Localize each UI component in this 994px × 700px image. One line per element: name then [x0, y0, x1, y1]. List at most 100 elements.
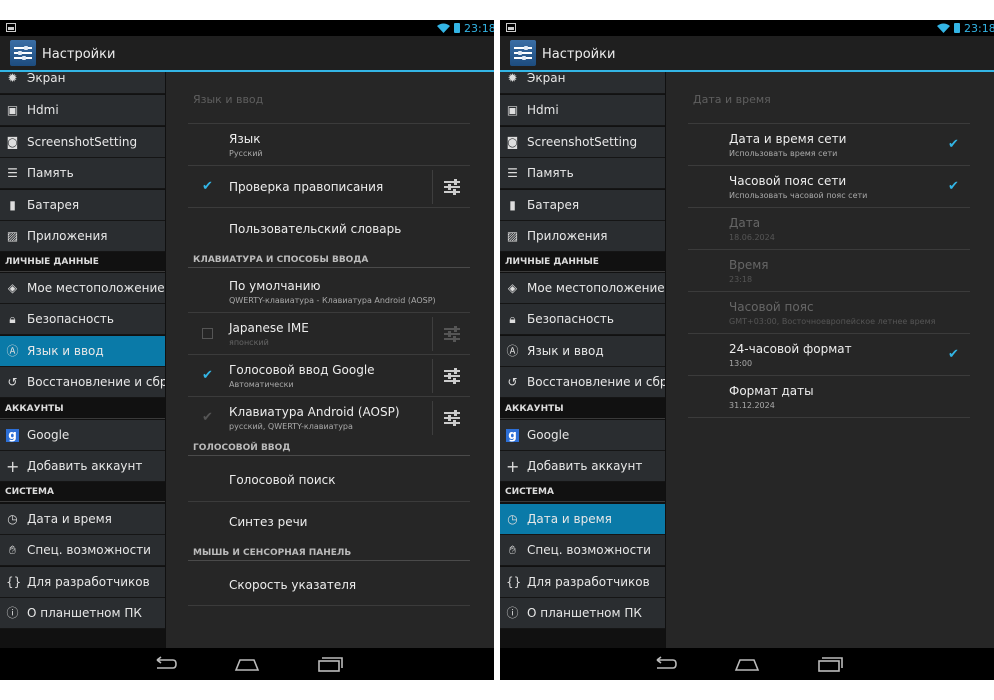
sidebar-header-accounts: АККАУНТЫ	[500, 399, 665, 419]
sidebar-item-display[interactable]: ✹ Экран	[0, 72, 165, 94]
storage-icon: ☰	[7, 166, 18, 180]
google-voice-checkbox[interactable]: ✔	[202, 369, 213, 382]
brightness-icon: ✹	[507, 72, 518, 85]
android-keyboard-checkbox: ✔	[202, 410, 213, 425]
settings-app-icon[interactable]	[510, 40, 536, 66]
sidebar-item-location[interactable]: ◈ Мое местоположение	[0, 273, 165, 304]
sidebar-item-add-account[interactable]: + Добавить аккаунт	[0, 451, 165, 482]
sidebar-item-hdmi[interactable]: ▣ Hdmi	[0, 95, 165, 126]
sidebar-item-language[interactable]: Ⓐ Язык и ввод	[0, 336, 165, 367]
hand-icon: ✋︎	[509, 543, 516, 557]
auto-time-checkbox[interactable]: ✔	[948, 138, 959, 151]
settings-sliders-icon[interactable]	[444, 326, 460, 342]
sidebar-item-battery[interactable]: ▮ Батарея	[0, 190, 165, 221]
camera-icon: ◙	[6, 135, 19, 149]
japanese-ime-checkbox[interactable]	[202, 328, 213, 339]
pref-24-hour[interactable]: 24-часовой формат 13:00 ✔	[688, 334, 970, 376]
plus-icon: +	[6, 457, 20, 476]
settings-sidebar: ✹ Экран ▣ Hdmi ◙ ScreenshotSetting ☰ Память …	[0, 72, 165, 648]
sidebar-item-developer[interactable]: {} Для разработчиков	[0, 567, 165, 598]
info-icon: ⓘ	[506, 606, 519, 620]
spellcheck-checkbox[interactable]: ✔	[202, 180, 213, 193]
sidebar-item-backup-reset[interactable]: ↺Восстановление и сброс	[0, 367, 165, 398]
sidebar-item-display[interactable]: ✹ Экран	[500, 72, 665, 94]
divider	[432, 401, 433, 435]
sidebar-item-storage[interactable]: ☰ Память	[0, 158, 165, 189]
date-time-panel: Дата и время Дата и время сети Использов…	[666, 72, 994, 648]
auto-timezone-checkbox[interactable]: ✔	[948, 180, 959, 193]
recent-apps-icon[interactable]	[817, 656, 843, 672]
sidebar-item-screenshot[interactable]: ◙ ScreenshotSetting	[500, 127, 665, 158]
navigation-bar	[500, 648, 994, 680]
pref-auto-timezone[interactable]: Часовой пояс сети Использовать часовой п…	[688, 166, 970, 208]
back-icon[interactable]	[651, 656, 677, 672]
pref-android-keyboard[interactable]: ✔ Клавиатура Android (AOSP) русский, QWE…	[188, 397, 470, 439]
sidebar-item-screenshot[interactable]: ◙ ScreenshotSetting	[0, 127, 165, 158]
back-icon[interactable]	[151, 656, 177, 672]
24-hour-checkbox[interactable]: ✔	[948, 348, 959, 361]
pref-google-voice-typing[interactable]: ✔ Голосовой ввод Google Автоматически	[188, 355, 470, 397]
sidebar-item-about[interactable]: ⓘ О планшетном ПК	[500, 598, 665, 629]
sidebar-item-apps[interactable]: ▨ Приложения	[500, 221, 665, 252]
sidebar-item-accessibility[interactable]: ✋︎ Спец. возможности	[0, 535, 165, 566]
divider	[432, 317, 433, 351]
settings-sliders-icon[interactable]	[444, 368, 460, 384]
braces-icon: {}	[506, 575, 522, 589]
pref-auto-time[interactable]: Дата и время сети Использовать время сет…	[688, 124, 970, 166]
pref-select-timezone: Часовой пояс GMT+03:00, Восточноевропейс…	[729, 300, 936, 326]
google-icon: g	[506, 429, 519, 442]
sidebar-item-battery[interactable]: ▮ Батарея	[500, 190, 665, 221]
sidebar-item-hdmi[interactable]: ▣ Hdmi	[500, 95, 665, 126]
lock-icon: 🔒︎	[509, 312, 516, 326]
sidebar-item-google[interactable]: g Google	[500, 420, 665, 451]
settings-app-icon[interactable]	[10, 40, 36, 66]
recent-apps-icon[interactable]	[317, 656, 343, 672]
sidebar-item-accessibility[interactable]: ✋︎ Спец. возможности	[500, 535, 665, 566]
pref-language[interactable]: Язык Русский	[188, 124, 470, 166]
google-icon: g	[6, 429, 19, 442]
app-title: Настройки	[542, 47, 616, 62]
settings-sliders-icon[interactable]	[444, 410, 460, 426]
home-icon[interactable]	[734, 656, 760, 672]
home-icon[interactable]	[234, 656, 260, 672]
pref-tts[interactable]: Синтез речи	[188, 501, 470, 543]
pref-pointer-speed[interactable]: Скорость указателя	[188, 564, 470, 606]
sidebar-item-date-time[interactable]: ◷ Дата и время	[0, 504, 165, 535]
storage-icon: ☰	[507, 166, 518, 180]
sidebar-item-security[interactable]: 🔒︎ Безопасность	[500, 304, 665, 335]
action-bar: Настройки	[0, 36, 494, 72]
settings-sliders-icon[interactable]	[444, 179, 460, 195]
sidebar-item-location[interactable]: ◈ Мое местоположение	[500, 273, 665, 304]
sidebar-item-security[interactable]: 🔒︎ Безопасность	[0, 304, 165, 335]
pref-spellcheck[interactable]: ✔ Проверка правописания	[188, 166, 470, 208]
pref-default-ime[interactable]: По умолчанию QWERTY-клавиатура - Клавиат…	[188, 271, 470, 313]
pref-voice-search[interactable]: Голосовой поиск	[188, 459, 470, 501]
sidebar-item-apps[interactable]: ▨ Приложения	[0, 221, 165, 252]
sidebar-item-backup-reset[interactable]: ↺Восстановление и сброс	[500, 367, 665, 398]
screenshot-notification-icon	[6, 23, 16, 32]
section-header-keyboard: КЛАВИАТУРА И СПОСОБЫ ВВОДА	[188, 255, 470, 268]
hdmi-icon: ▣	[6, 103, 19, 117]
app-title: Настройки	[42, 47, 116, 62]
sidebar-item-language[interactable]: Ⓐ Язык и ввод	[500, 336, 665, 367]
apps-icon: ▨	[506, 229, 519, 243]
status-time: 23:18	[964, 22, 994, 35]
pref-set-time: Время 23:18	[729, 258, 769, 284]
sidebar-header-accounts: АККАУНТЫ	[0, 399, 165, 419]
panel-title: Язык и ввод	[193, 93, 264, 106]
restore-icon: ↺	[507, 375, 518, 389]
sidebar-item-storage[interactable]: ☰ Память	[500, 158, 665, 189]
pref-japanese-ime[interactable]: Japanese IME японский	[188, 313, 470, 355]
language-icon: Ⓐ	[506, 344, 519, 358]
sidebar-item-developer[interactable]: {} Для разработчиков	[500, 567, 665, 598]
sidebar-item-about[interactable]: ⓘ О планшетном ПК	[0, 598, 165, 629]
restore-icon: ↺	[7, 375, 18, 389]
sidebar-item-date-time[interactable]: ◷ Дата и время	[500, 504, 665, 535]
pref-user-dictionary[interactable]: Пользовательский словарь	[188, 208, 470, 250]
sidebar-header-system: СИСТЕМА	[500, 482, 665, 502]
pref-date-format[interactable]: Формат даты 31.12.2024	[688, 376, 970, 418]
sidebar-item-google[interactable]: g Google	[0, 420, 165, 451]
info-icon: ⓘ	[6, 606, 19, 620]
sidebar-item-add-account[interactable]: + Добавить аккаунт	[500, 451, 665, 482]
section-header-voice: ГОЛОСОВОЙ ВВОД	[188, 443, 470, 456]
